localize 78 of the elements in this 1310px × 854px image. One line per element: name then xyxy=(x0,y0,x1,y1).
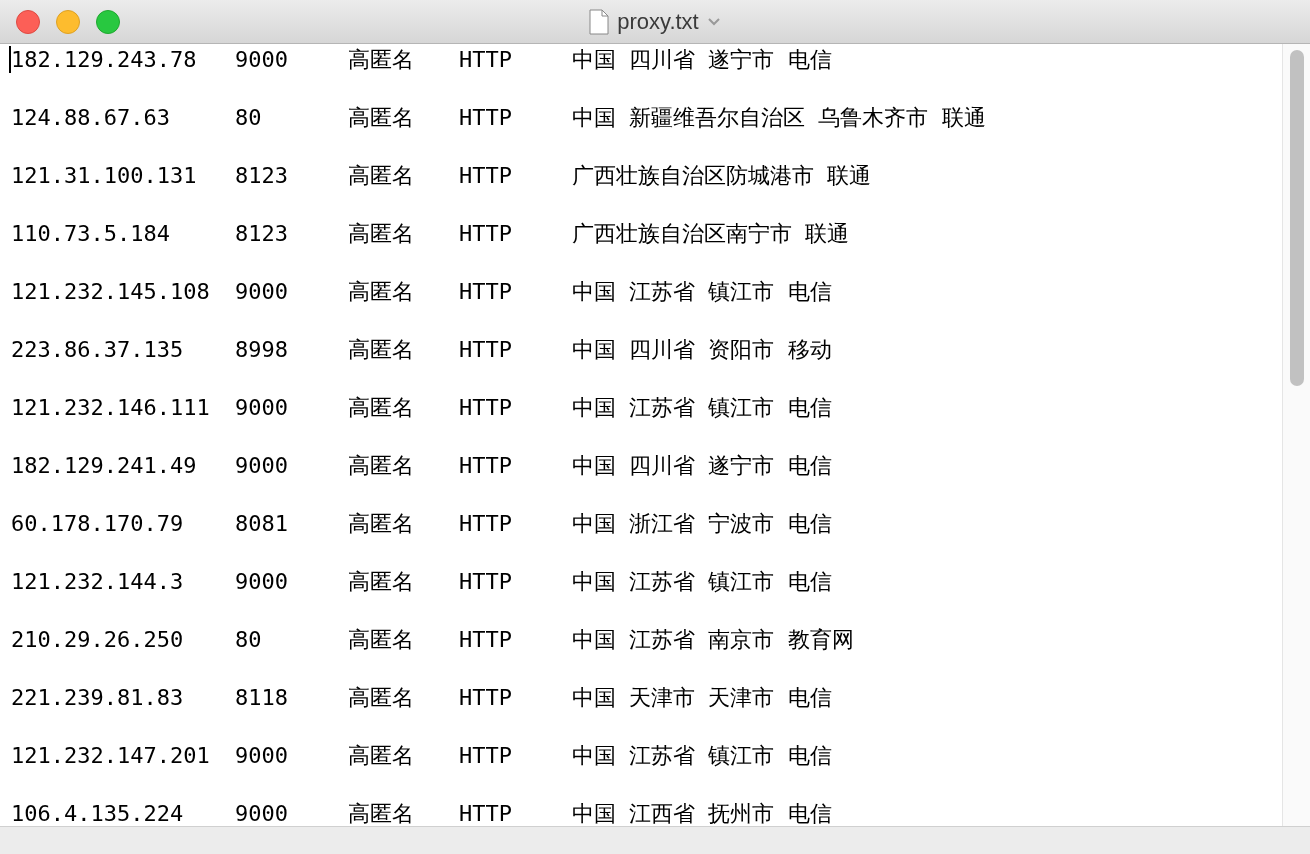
text-line-field: 高匿名 xyxy=(348,624,459,656)
text-line-field: HTTP xyxy=(459,334,572,366)
document-icon xyxy=(589,8,610,35)
text-line-field: 高匿名 xyxy=(348,102,459,134)
text-line-field: HTTP xyxy=(459,682,572,714)
text-line-field: 182.129.243.78 xyxy=(11,44,235,76)
text-line-field: HTTP xyxy=(459,798,572,826)
close-button[interactable] xyxy=(16,10,40,34)
text-line-field: HTTP xyxy=(459,450,572,482)
text-line-field: 121.232.144.3 xyxy=(11,566,235,598)
text-line-field: 9000 xyxy=(235,392,348,424)
text-line-field: 广西壮族自治区防城港市 联通 xyxy=(572,160,872,192)
text-line-field: 高匿名 xyxy=(348,44,459,76)
text-line-field: 中国 江西省 抚州市 电信 xyxy=(572,798,832,826)
text-line-field: 中国 江苏省 南京市 教育网 xyxy=(572,624,854,656)
text-line-field: 121.31.100.131 xyxy=(11,160,235,192)
text-line-field: 高匿名 xyxy=(348,740,459,772)
text-line-field: 8081 xyxy=(235,508,348,540)
text-line-field: 中国 四川省 资阳市 移动 xyxy=(572,334,832,366)
text-line-field: 106.4.135.224 xyxy=(11,798,235,826)
text-line-field: 高匿名 xyxy=(348,450,459,482)
text-line-field: 中国 江苏省 镇江市 电信 xyxy=(572,566,832,598)
text-line-field: HTTP xyxy=(459,160,572,192)
text-line-field: 223.86.37.135 xyxy=(11,334,235,366)
text-line-field: 8998 xyxy=(235,334,348,366)
text-line-field: 8123 xyxy=(235,160,348,192)
text-line-field: 高匿名 xyxy=(348,334,459,366)
text-line-field: 121.232.145.108 xyxy=(11,276,235,308)
text-line-field: HTTP xyxy=(459,218,572,250)
text-line-field: 80 xyxy=(235,624,348,656)
text-line-field: 9000 xyxy=(235,740,348,772)
text-line-field: 8118 xyxy=(235,682,348,714)
minimize-button[interactable] xyxy=(56,10,80,34)
text-line-field: HTTP xyxy=(459,276,572,308)
window-title: proxy.txt xyxy=(617,8,699,36)
text-line-field: 9000 xyxy=(235,566,348,598)
text-line-field: HTTP xyxy=(459,392,572,424)
text-line-field: 高匿名 xyxy=(348,218,459,250)
text-line-field: 121.232.147.201 xyxy=(11,740,235,772)
text-line-field: 8123 xyxy=(235,218,348,250)
text-line-field: 124.88.67.63 xyxy=(11,102,235,134)
text-line-field: 9000 xyxy=(235,798,348,826)
text-line-field: 中国 江苏省 镇江市 电信 xyxy=(572,392,832,424)
text-line-field: 9000 xyxy=(235,44,348,76)
text-line-field: 110.73.5.184 xyxy=(11,218,235,250)
text-line-field: 广西壮族自治区南宁市 联通 xyxy=(572,218,850,250)
text-line-field: 9000 xyxy=(235,450,348,482)
text-line-field: 高匿名 xyxy=(348,798,459,826)
text-line-field: 高匿名 xyxy=(348,682,459,714)
text-line-field: 210.29.26.250 xyxy=(11,624,235,656)
text-line-field: 中国 浙江省 宁波市 电信 xyxy=(572,508,832,540)
chevron-down-icon[interactable] xyxy=(706,16,721,27)
text-line-field: 中国 天津市 天津市 电信 xyxy=(572,682,832,714)
text-line-field: 80 xyxy=(235,102,348,134)
text-line-field: 121.232.146.111 xyxy=(11,392,235,424)
text-line-field: 中国 江苏省 镇江市 电信 xyxy=(572,740,832,772)
text-line-field: 中国 新疆维吾尔自治区 乌鲁木齐市 联通 xyxy=(572,102,986,134)
text-line-field: 182.129.241.49 xyxy=(11,450,235,482)
text-line-field: 中国 四川省 遂宁市 电信 xyxy=(572,450,832,482)
text-line-field: 221.239.81.83 xyxy=(11,682,235,714)
text-line-field: HTTP xyxy=(459,44,572,76)
text-line-field: HTTP xyxy=(459,566,572,598)
text-line-field: 60.178.170.79 xyxy=(11,508,235,540)
text-line-field: HTTP xyxy=(459,102,572,134)
text-line-field: 中国 四川省 遂宁市 电信 xyxy=(572,44,832,76)
text-line-field: 高匿名 xyxy=(348,566,459,598)
text-cursor xyxy=(9,46,11,73)
text-line-field: 中国 江苏省 镇江市 电信 xyxy=(572,276,832,308)
scrollbar-thumb[interactable] xyxy=(1289,50,1304,386)
text-line-field: HTTP xyxy=(459,740,572,772)
text-line-field: 高匿名 xyxy=(348,276,459,308)
zoom-button[interactable] xyxy=(96,10,120,34)
text-line-field: HTTP xyxy=(459,624,572,656)
text-line-field: 9000 xyxy=(235,276,348,308)
text-line-field: 高匿名 xyxy=(348,392,459,424)
text-line-field: 高匿名 xyxy=(348,160,459,192)
text-line-field: HTTP xyxy=(459,508,572,540)
text-line-field: 高匿名 xyxy=(348,508,459,540)
